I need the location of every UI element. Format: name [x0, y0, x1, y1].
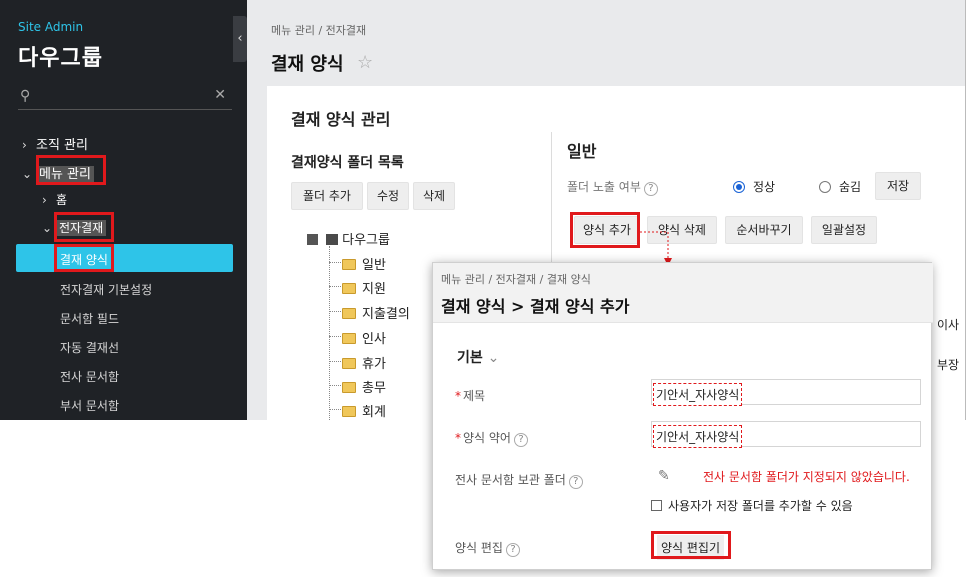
- tree-item[interactable]: 지원: [342, 278, 386, 297]
- panel-title: 결재 양식 관리: [291, 110, 391, 129]
- editor-label: 양식 편집?: [455, 539, 520, 557]
- site-admin-label: Site Admin: [18, 20, 84, 34]
- sidebar-sub-settings[interactable]: 전자결재 기본설정: [60, 281, 152, 298]
- tree-item[interactable]: 회계: [342, 401, 386, 420]
- add-folder-button[interactable]: 폴더 추가: [291, 182, 363, 210]
- radio-selected-icon: [733, 181, 745, 193]
- help-icon[interactable]: ?: [568, 475, 583, 489]
- help-icon[interactable]: ?: [505, 543, 520, 557]
- clear-icon[interactable]: ✕: [214, 87, 226, 103]
- highlight-box-approval: [54, 212, 114, 242]
- breadcrumb: 메뉴 관리 / 전자결재: [271, 24, 367, 37]
- dialog-header: 메뉴 관리 / 전자결재 / 결재 양식 결재 양식 > 결재 양식 추가: [433, 263, 933, 323]
- tree-item[interactable]: 총무: [342, 377, 386, 396]
- sidebar-sub-auto-line[interactable]: 자동 결재선: [60, 339, 119, 356]
- sidebar-collapse-button[interactable]: ‹: [233, 16, 247, 62]
- archive-warning: 전사 문서함 폴더가 지정되지 않았습니다.: [703, 470, 910, 484]
- tree-branch: [329, 385, 341, 386]
- highlight-box-add-form: [570, 212, 640, 248]
- sidebar-sub-dept-box[interactable]: 부서 문서함: [60, 397, 119, 414]
- radio-empty-icon: [819, 181, 831, 193]
- radio-normal[interactable]: 정상: [733, 178, 775, 195]
- tree-branch: [329, 361, 341, 362]
- tree-branch: [329, 311, 341, 312]
- help-icon[interactable]: ?: [643, 182, 658, 196]
- active-item-highlight: [16, 244, 233, 272]
- folder-icon: [342, 358, 356, 369]
- tree-root[interactable]: 다우그룹: [307, 229, 390, 248]
- company-name: 다우그룹: [18, 46, 103, 71]
- dialog-breadcrumb: 메뉴 관리 / 전자결재 / 결재 양식: [441, 273, 591, 286]
- sidebar: Site Admin 다우그룹 ⚲ ✕ › 조직 관리 ⌄ 메뉴 관리 › 홈 ⌄ 전자…: [0, 0, 247, 420]
- star-icon[interactable]: ☆: [357, 52, 373, 73]
- chevron-down-icon: ⌄: [487, 350, 500, 366]
- folder-icon: [342, 259, 356, 270]
- form-name-value: 기안서_자사양식: [653, 383, 743, 406]
- tree-branch: [329, 262, 341, 263]
- folder-icon: [342, 283, 356, 294]
- sidebar-item-org[interactable]: › 조직 관리: [22, 134, 88, 153]
- allow-user-folder-checkbox[interactable]: 사용자가 저장 폴더를 추가할 수 있음: [651, 497, 853, 514]
- tree-branch: [329, 409, 341, 410]
- archive-folder-label: 전사 문서함 보관 폴더?: [455, 471, 583, 489]
- sidebar-sub-fields[interactable]: 문서함 필드: [60, 310, 119, 327]
- chevron-down-icon: ⌄: [22, 167, 33, 181]
- pencil-icon[interactable]: ✎: [658, 468, 670, 484]
- folder-icon: [342, 382, 356, 393]
- bulk-settings-button[interactable]: 일괄설정: [811, 216, 877, 244]
- help-icon[interactable]: ?: [513, 433, 528, 447]
- tree-item[interactable]: 지출결의: [342, 303, 410, 322]
- highlight-box-form: [54, 244, 114, 272]
- tree-connector: [329, 246, 330, 420]
- section-basic[interactable]: 기본 ⌄: [457, 347, 499, 367]
- collapse-square-icon[interactable]: [307, 234, 318, 245]
- reorder-button[interactable]: 순서바꾸기: [725, 216, 803, 244]
- list-cell: 이사: [937, 318, 960, 332]
- tree-item[interactable]: 일반: [342, 254, 386, 273]
- sidebar-item-home[interactable]: › 홈: [42, 191, 67, 208]
- tree-item[interactable]: 인사: [342, 328, 386, 347]
- add-form-dialog: 메뉴 관리 / 전자결재 / 결재 양식 결재 양식 > 결재 양식 추가 기본…: [432, 262, 933, 570]
- building-icon: [326, 234, 339, 245]
- form-abbr-label: * 양식 약어?: [455, 429, 528, 447]
- save-button[interactable]: 저장: [875, 172, 921, 200]
- delete-folder-button[interactable]: 삭제: [413, 182, 455, 210]
- chevron-right-icon: ›: [42, 193, 47, 207]
- highlight-box-menu: [36, 155, 106, 185]
- folder-icon: [342, 406, 356, 417]
- sidebar-sub-company-box[interactable]: 전사 문서함: [60, 368, 119, 385]
- general-title: 일반: [567, 142, 597, 161]
- dialog-title: 결재 양식 > 결재 양식 추가: [441, 297, 630, 316]
- tree-branch: [329, 286, 341, 287]
- page-title: 결재 양식: [271, 54, 344, 75]
- folder-icon: [342, 308, 356, 319]
- edit-folder-button[interactable]: 수정: [367, 182, 409, 210]
- search-icon: ⚲: [20, 88, 31, 104]
- highlight-box-editor: [651, 531, 731, 559]
- form-abbr-value: 기안서_자사양식: [653, 425, 743, 448]
- sidebar-search[interactable]: ⚲ ✕: [18, 86, 232, 110]
- folder-visibility-label: 폴더 노출 여부?: [567, 178, 658, 196]
- form-name-label: * 제목: [455, 389, 486, 403]
- list-cell: 부장: [937, 358, 960, 372]
- folder-icon: [342, 333, 356, 344]
- folder-list-title: 결재양식 폴더 목록: [291, 155, 404, 171]
- tree-item[interactable]: 휴가: [342, 353, 386, 372]
- radio-hidden[interactable]: 숨김: [819, 178, 861, 195]
- chevron-right-icon: ›: [22, 138, 27, 152]
- checkbox-icon: [651, 500, 662, 511]
- tree-branch: [329, 336, 341, 337]
